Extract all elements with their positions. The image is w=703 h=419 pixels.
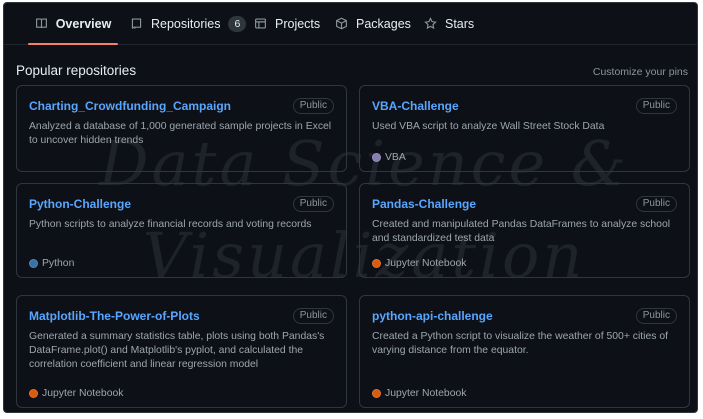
tab-label: Projects (275, 16, 321, 31)
visibility-badge: Public (635, 196, 677, 212)
repo-description: Used VBA script to analyze Wall Street S… (372, 121, 605, 132)
repo-description: Created and manipulated Pandas DataFrame… (372, 219, 671, 244)
repo-language: Jupyter Notebook (29, 388, 123, 399)
tab-projects[interactable]: Projects (254, 3, 320, 44)
repo-card: Pandas-Challenge Public Created and mani… (359, 183, 690, 278)
repo-count-badge: 6 (228, 15, 247, 32)
language-label: Jupyter Notebook (42, 388, 124, 399)
repo-description: Created a Python script to visualize the… (372, 331, 669, 356)
tab-label: Overview (55, 16, 112, 31)
language-color-dot (372, 389, 381, 398)
tab-stars[interactable]: Stars (424, 3, 474, 44)
repo-description: Python scripts to analyze financial reco… (29, 219, 312, 230)
visibility-badge: Public (635, 98, 677, 114)
repo-name-link[interactable]: Matplotlib-The-Power-of-Plots (29, 309, 200, 323)
profile-nav: Overview Repositories 6 Projects Package… (4, 3, 697, 45)
repo-description: Analyzed a database of 1,000 generated s… (29, 121, 332, 146)
repo-language: Jupyter Notebook (372, 258, 466, 269)
star-icon (424, 17, 437, 30)
tab-label: Stars (445, 16, 475, 31)
repo-name-link[interactable]: VBA-Challenge (372, 99, 459, 113)
repo-language: VBA (372, 152, 406, 163)
language-color-dot (372, 259, 381, 268)
visibility-badge: Public (635, 308, 677, 324)
repo-card: Python-Challenge Public Python scripts t… (16, 183, 347, 278)
tab-label: Repositories (151, 16, 221, 31)
book-icon (35, 18, 47, 29)
language-label: Jupyter Notebook (385, 258, 467, 269)
tab-repositories[interactable]: Repositories 6 (130, 3, 247, 44)
repo-card: Charting_Crowdfunding_Campaign Public An… (16, 85, 347, 172)
visibility-badge: Public (292, 308, 334, 324)
language-color-dot (29, 389, 38, 398)
repo-card: python-api-challenge Public Created a Py… (359, 295, 690, 408)
repo-name-link[interactable]: python-api-challenge (372, 309, 493, 323)
repo-name-link[interactable]: Charting_Crowdfunding_Campaign (29, 99, 231, 113)
repo-description: Generated a summary statistics table, pl… (29, 331, 325, 370)
language-label: VBA (385, 152, 406, 163)
language-label: Python (42, 258, 75, 269)
tab-label: Packages (356, 16, 411, 31)
repo-card: Matplotlib-The-Power-of-Plots Public Gen… (16, 295, 347, 408)
repo-card: VBA-Challenge Public Used VBA script to … (359, 85, 690, 172)
language-label: Jupyter Notebook (385, 388, 467, 399)
tab-overview[interactable]: Overview (28, 3, 118, 45)
repo-language: Jupyter Notebook (372, 388, 466, 399)
language-color-dot (29, 259, 38, 268)
tab-packages[interactable]: Packages (335, 3, 411, 44)
language-color-dot (372, 153, 381, 162)
visibility-badge: Public (292, 98, 334, 114)
section-title: Popular repositories (16, 63, 137, 78)
customize-pins-link[interactable]: Customize your pins (593, 66, 688, 78)
repo-name-link[interactable]: Pandas-Challenge (372, 197, 476, 211)
visibility-badge: Public (292, 196, 334, 212)
repo-language: Python (29, 258, 74, 269)
repo-icon (131, 18, 142, 29)
table-icon (255, 18, 266, 29)
package-icon (336, 17, 347, 30)
profile-panel: Overview Repositories 6 Projects Package… (3, 2, 698, 413)
repo-name-link[interactable]: Python-Challenge (29, 197, 131, 211)
